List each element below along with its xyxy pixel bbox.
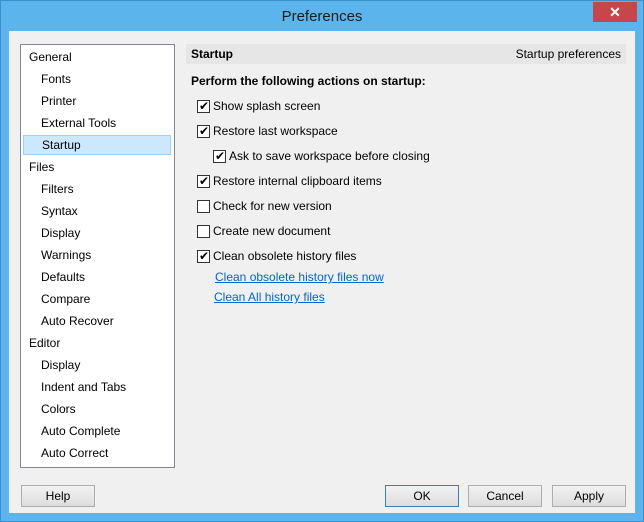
option-checkbox[interactable]: ✔ xyxy=(197,249,210,263)
checkmark-icon: ✔ xyxy=(199,174,210,188)
tree-item-editor[interactable]: Editor xyxy=(29,333,60,353)
option-checkbox[interactable] xyxy=(197,200,210,213)
option-checkbox[interactable]: ✔ xyxy=(197,174,210,188)
option-label: Show splash screen xyxy=(213,99,321,113)
panel-header: Startup Startup preferences xyxy=(186,44,626,64)
tree-item-display[interactable]: Display xyxy=(41,223,80,243)
option-label: Create new document xyxy=(213,224,331,238)
dialog-client-area: General Fonts Printer External Tools Startup… xyxy=(9,31,635,513)
tree-item-external-tools[interactable]: External Tools xyxy=(41,113,116,133)
close-icon: ✕ xyxy=(609,4,621,20)
tree-item-auto-complete[interactable]: Auto Complete xyxy=(41,421,120,441)
tree-item-auto-correct[interactable]: Auto Correct xyxy=(41,443,108,463)
ok-button[interactable]: OK xyxy=(385,485,459,507)
tree-item-syntax[interactable]: Syntax xyxy=(41,201,78,221)
tree-item-general[interactable]: General xyxy=(29,47,72,67)
tree-item-fonts[interactable]: Fonts xyxy=(41,69,71,89)
option-checkbox[interactable]: ✔ xyxy=(197,99,210,113)
option-label: Check for new version xyxy=(213,199,332,213)
cancel-button[interactable]: Cancel xyxy=(468,485,542,507)
option-checkbox[interactable]: ✔ xyxy=(213,149,226,163)
option-label: Restore internal clipboard items xyxy=(213,174,382,188)
apply-button[interactable]: Apply xyxy=(552,485,626,507)
option-label: Ask to save workspace before closing xyxy=(229,149,430,163)
checkmark-icon: ✔ xyxy=(199,124,210,138)
checkmark-icon: ✔ xyxy=(215,149,226,163)
preferences-window: Preferences ✕ General Fonts Printer Externa… xyxy=(0,0,644,522)
clean-obsolete-now-link[interactable]: Clean obsolete history files now xyxy=(215,268,384,286)
close-button[interactable]: ✕ xyxy=(593,2,637,22)
tree-item-defaults[interactable]: Defaults xyxy=(41,267,85,287)
panel-header-title: Startup xyxy=(191,47,233,61)
option-checkbox[interactable] xyxy=(197,225,210,238)
help-button[interactable]: Help xyxy=(21,485,95,507)
clean-all-history-link[interactable]: Clean All history files xyxy=(214,288,325,306)
option-label: Restore last workspace xyxy=(213,124,338,138)
panel-header-subtitle: Startup preferences xyxy=(515,47,621,61)
tree-item-files[interactable]: Files xyxy=(29,157,54,177)
tree-item-startup[interactable]: Startup xyxy=(23,135,171,155)
section-heading: Perform the following actions on startup… xyxy=(191,74,426,88)
tree-item-colors[interactable]: Colors xyxy=(41,399,76,419)
tree-item-warnings[interactable]: Warnings xyxy=(41,245,91,265)
window-title: Preferences xyxy=(281,8,363,25)
category-tree[interactable]: General Fonts Printer External Tools Startup… xyxy=(20,44,175,468)
tree-item-filters[interactable]: Filters xyxy=(41,179,74,199)
tree-item-display[interactable]: Display xyxy=(41,355,80,375)
tree-item-compare[interactable]: Compare xyxy=(41,289,90,309)
checkmark-icon: ✔ xyxy=(199,99,210,113)
checkmark-icon: ✔ xyxy=(199,249,210,263)
option-checkbox[interactable]: ✔ xyxy=(197,124,210,138)
title-bar[interactable]: Preferences ✕ xyxy=(1,1,643,31)
tree-item-indent-and-tabs[interactable]: Indent and Tabs xyxy=(41,377,126,397)
option-label: Clean obsolete history files xyxy=(213,249,357,263)
tree-item-printer[interactable]: Printer xyxy=(41,91,76,111)
tree-item-auto-recover[interactable]: Auto Recover xyxy=(41,311,114,331)
